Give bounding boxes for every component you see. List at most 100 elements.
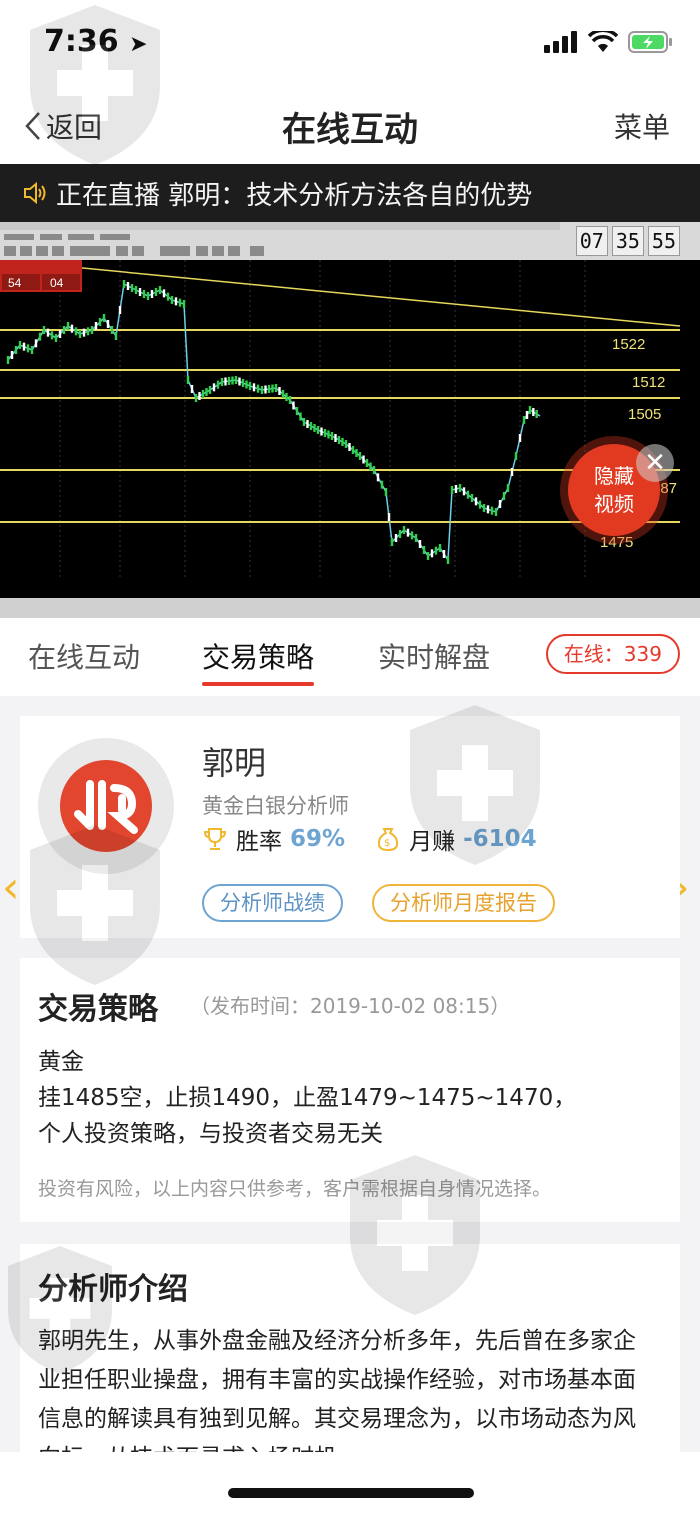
candle <box>274 384 278 392</box>
candle <box>285 393 288 401</box>
clock-hours: 07 <box>575 226 608 256</box>
candle <box>150 290 154 298</box>
candle <box>478 500 482 509</box>
status-icons <box>544 30 674 54</box>
avatar <box>38 738 174 874</box>
candle <box>264 385 267 394</box>
candle <box>362 455 365 464</box>
live-video[interactable]: 07 35 55 54 04 1522 1512 1505 487 1475 <box>0 222 700 618</box>
candle <box>46 328 50 337</box>
candle <box>142 290 146 298</box>
candle <box>306 420 309 428</box>
candle <box>295 407 299 415</box>
candle <box>174 297 178 306</box>
live-banner-text: 正在直播 郭明：技术分析方法各自的优势 <box>56 181 533 211</box>
candle <box>201 390 205 398</box>
candle <box>54 334 58 342</box>
navigation-bar: 返回 在线互动 菜单 <box>0 88 700 164</box>
status-time: 7:36 ➤ <box>44 24 148 59</box>
candle <box>292 401 295 410</box>
analyst-title: 黄金白银分析师 <box>202 794 349 818</box>
candle <box>224 377 227 386</box>
candle <box>58 330 62 338</box>
page-title: 在线互动 <box>282 110 418 150</box>
candle <box>394 534 398 542</box>
candle <box>208 386 212 394</box>
intro-title: 分析师介绍 <box>38 1272 188 1307</box>
candle <box>130 284 134 292</box>
tab-live-analysis[interactable]: 实时解盘 <box>378 636 490 676</box>
candle <box>162 289 166 298</box>
candle <box>351 446 355 454</box>
price-level-1522: 1522 <box>612 336 646 353</box>
candle <box>514 452 518 460</box>
video-toolbar: 07 35 55 <box>0 222 700 260</box>
candle <box>299 412 302 421</box>
chevron-left-icon[interactable]: ‹ <box>2 862 20 913</box>
analyst-stats: 胜率 69% $ 月赚 -6104 <box>202 822 537 856</box>
candle <box>114 332 118 340</box>
candle <box>110 326 114 334</box>
home-indicator[interactable] <box>228 1488 474 1498</box>
candle <box>90 326 94 334</box>
candle <box>126 282 130 290</box>
video-clock: 07 35 55 <box>575 226 680 256</box>
candle <box>320 427 323 436</box>
candle <box>482 504 486 512</box>
candle <box>387 513 391 521</box>
svg-text:04: 04 <box>50 276 64 290</box>
home-indicator-area <box>0 1452 700 1516</box>
candle <box>422 546 426 554</box>
candle <box>414 534 418 542</box>
online-count-badge: 在线：339 <box>545 634 680 674</box>
analyst-record-button[interactable]: 分析师战绩 <box>202 884 343 922</box>
candle <box>365 459 369 467</box>
live-banner[interactable]: 正在直播 郭明：技术分析方法各自的优势 <box>0 164 700 222</box>
candle <box>442 550 446 558</box>
tab-trading-strategy[interactable]: 交易策略 <box>202 636 315 686</box>
candle <box>10 351 14 359</box>
content-tabs: 在线互动 交易策略 实时解盘 在线：339 <box>0 618 700 696</box>
candle <box>470 494 474 502</box>
candle <box>402 526 406 534</box>
tab-online-interaction[interactable]: 在线互动 <box>28 636 140 676</box>
candle <box>34 339 38 348</box>
candle <box>430 549 434 558</box>
candle <box>337 436 341 444</box>
candle <box>134 286 138 294</box>
trading-toolbar-strip <box>0 222 560 256</box>
hide-video-line1: 隐藏 <box>594 464 634 488</box>
candle <box>42 326 46 334</box>
candle <box>341 438 344 446</box>
win-rate-label: 胜率 <box>236 829 282 855</box>
candle <box>231 376 234 385</box>
candle <box>238 377 241 386</box>
candle <box>26 344 30 353</box>
candle <box>66 322 70 330</box>
candle <box>14 346 18 354</box>
candle <box>102 314 106 322</box>
candle <box>535 410 538 418</box>
candle <box>466 490 470 499</box>
candle <box>186 376 190 384</box>
candle <box>406 528 410 537</box>
candle <box>138 288 142 296</box>
price-level-1475: 1475 <box>600 534 634 551</box>
candle <box>182 300 186 308</box>
close-icon[interactable]: ✕ <box>636 444 674 482</box>
candle <box>281 390 285 398</box>
candle <box>158 286 162 294</box>
candle <box>458 484 462 492</box>
candle <box>522 416 526 424</box>
strategy-publish-time: （发布时间：2019-10-02 08:15） <box>190 994 511 1018</box>
candle <box>260 386 264 394</box>
candle <box>122 280 126 288</box>
svg-text:54: 54 <box>8 276 22 290</box>
candle <box>205 388 208 396</box>
menu-button[interactable]: 菜单 <box>614 106 670 146</box>
cellular-signal-icon <box>544 31 577 53</box>
candle <box>30 346 34 354</box>
candle <box>498 500 502 508</box>
analyst-monthly-report-button[interactable]: 分析师月度报告 <box>372 884 555 922</box>
wifi-icon <box>588 31 618 52</box>
